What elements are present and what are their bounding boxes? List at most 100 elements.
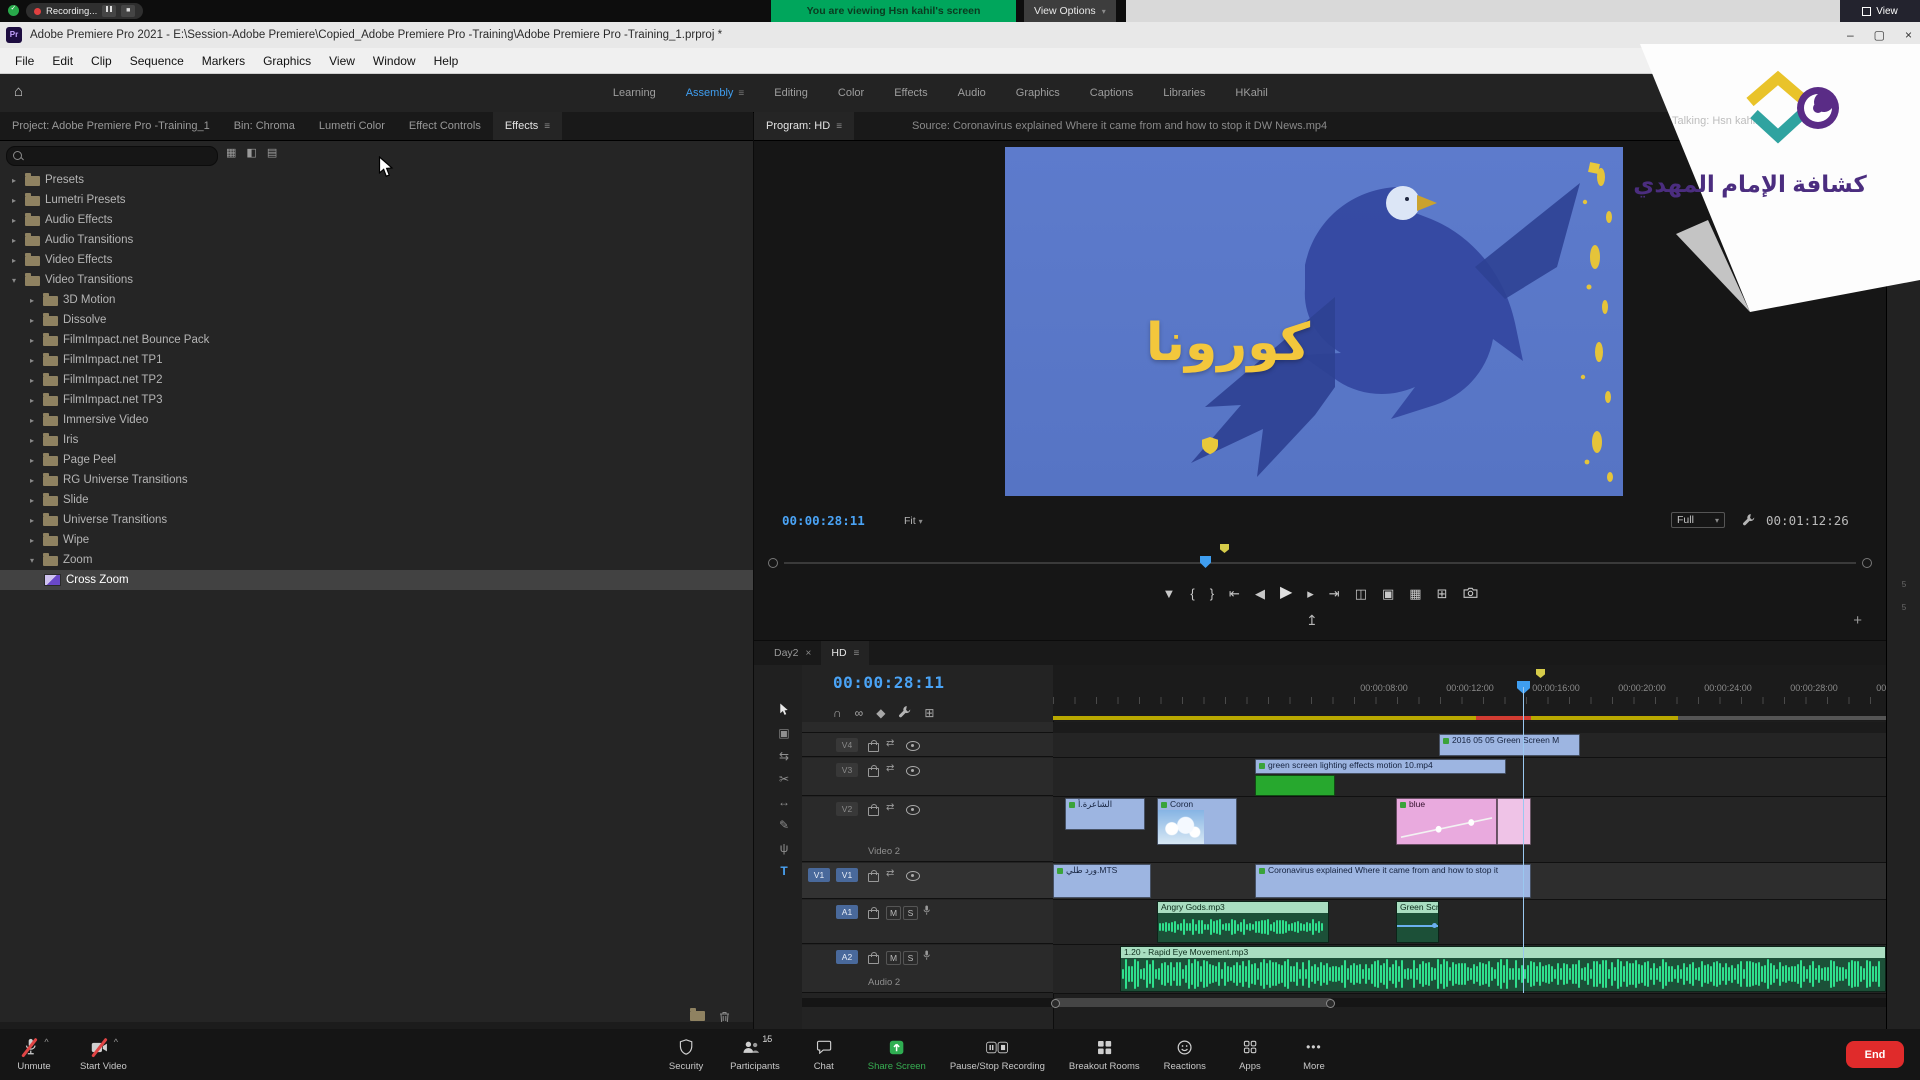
menu-item[interactable]: Graphics bbox=[254, 54, 320, 68]
clip-ward-clip[interactable]: ورد طلي.MTS bbox=[1053, 864, 1151, 898]
panel-menu-icon[interactable]: ≡ bbox=[544, 121, 550, 132]
workspace-tab[interactable]: Assembly ≡ bbox=[686, 87, 745, 99]
chevron-icon[interactable]: ▸ bbox=[8, 176, 20, 185]
zoom-button-security[interactable]: Security bbox=[666, 1038, 706, 1072]
menu-item[interactable]: File bbox=[6, 54, 43, 68]
accelerated-effects-badge-icon[interactable]: ▦ bbox=[226, 146, 236, 159]
minimize-button[interactable]: – bbox=[1847, 28, 1854, 42]
transport-button-multi-view[interactable]: ⊞ bbox=[1437, 587, 1448, 600]
transport-button-go-to-out[interactable]: ⇥ bbox=[1329, 587, 1340, 600]
menu-item[interactable]: Clip bbox=[82, 54, 121, 68]
clip-lighting-motion[interactable]: green screen lighting effects motion 10.… bbox=[1255, 759, 1506, 774]
stop-recording-button[interactable]: ■ bbox=[121, 5, 135, 17]
chevron-icon[interactable]: ▾ bbox=[8, 276, 20, 285]
audio-level-line[interactable] bbox=[1397, 925, 1438, 927]
clip-blue-clip[interactable]: blue bbox=[1396, 798, 1497, 845]
chevron-icon[interactable]: ▸ bbox=[8, 196, 20, 205]
panel-menu-icon[interactable]: ≡ bbox=[836, 121, 842, 132]
tree-item[interactable]: ▸ FilmImpact.net TP2 bbox=[0, 370, 753, 390]
workspace-tab[interactable]: Libraries bbox=[1163, 87, 1205, 99]
tree-item[interactable]: ▸ Wipe bbox=[0, 530, 753, 550]
workspace-tab[interactable]: Graphics bbox=[1016, 87, 1060, 99]
source-monitor-tab[interactable]: Source: Coronavirus explained Where it c… bbox=[912, 112, 1327, 140]
clip-green-screen-still[interactable]: 2016 05 05 Green Screen M bbox=[1439, 734, 1580, 756]
menu-item[interactable]: Sequence bbox=[121, 54, 193, 68]
chevron-icon[interactable]: ▾ bbox=[26, 556, 38, 565]
tree-item[interactable]: ▸ Audio Effects bbox=[0, 210, 753, 230]
tree-item[interactable]: ▸ FilmImpact.net TP1 bbox=[0, 350, 753, 370]
tree-item[interactable]: ▸ Dissolve bbox=[0, 310, 753, 330]
program-timecode[interactable]: 00:00:28:11 bbox=[782, 513, 865, 528]
menu-item[interactable]: Edit bbox=[43, 54, 82, 68]
zoom-button-breakout-rooms[interactable]: Breakout Rooms bbox=[1069, 1038, 1140, 1072]
sequence-marker-icon[interactable] bbox=[1220, 544, 1229, 553]
chevron-icon[interactable]: ▸ bbox=[26, 296, 38, 305]
tree-item[interactable]: ▸ Presets bbox=[0, 170, 753, 190]
timeline-playhead[interactable] bbox=[1523, 687, 1524, 993]
clip-rapid-eye-movement[interactable]: 1.20 - Rapid Eye Movement.mp3 bbox=[1120, 946, 1886, 992]
transport-button-mark-out[interactable]: } bbox=[1210, 587, 1214, 600]
tree-item[interactable]: ▸ FilmImpact.net Bounce Pack bbox=[0, 330, 753, 350]
timeline-scrollbar[interactable] bbox=[802, 998, 1886, 1007]
transport-button-lift[interactable]: ◫ bbox=[1355, 587, 1367, 600]
scrollbar-thumb[interactable] bbox=[1053, 998, 1333, 1007]
zoom-button-reactions[interactable]: Reactions bbox=[1164, 1038, 1206, 1072]
clip-coronavirus-explained[interactable]: Coronavirus explained Where it came from… bbox=[1255, 864, 1531, 898]
zoom-button-unmute[interactable]: ^ Unmute bbox=[14, 1038, 54, 1072]
chevron-up-icon[interactable]: ^ bbox=[114, 1037, 118, 1047]
chevron-icon[interactable]: ▸ bbox=[26, 536, 38, 545]
program-playhead[interactable] bbox=[1200, 556, 1211, 568]
zoom-button-pause-stop-recording[interactable]: Pause/Stop Recording bbox=[950, 1038, 1045, 1072]
menu-item[interactable]: Help bbox=[425, 54, 468, 68]
panel-scrollbar[interactable] bbox=[0, 1022, 753, 1029]
chevron-icon[interactable]: ▸ bbox=[26, 396, 38, 405]
transport-button-step-forward[interactable]: ▸ bbox=[1307, 587, 1314, 600]
menu-item[interactable]: Window bbox=[364, 54, 425, 68]
chevron-icon[interactable]: ▸ bbox=[26, 416, 38, 425]
chevron-icon[interactable]: ▸ bbox=[26, 476, 38, 485]
tree-item[interactable]: ▸ Slide bbox=[0, 490, 753, 510]
tree-item[interactable]: ▾ Zoom bbox=[0, 550, 753, 570]
workspace-overflow-icon[interactable]: » bbox=[1696, 85, 1703, 99]
chevron-up-icon[interactable]: ^ bbox=[44, 1037, 48, 1047]
chevron-icon[interactable]: ▸ bbox=[26, 336, 38, 345]
panel-tab[interactable]: Bin: Chroma bbox=[222, 112, 307, 140]
workspace-tab[interactable]: Learning bbox=[613, 87, 656, 99]
workspace-tab[interactable]: Effects bbox=[894, 87, 927, 99]
maximize-button[interactable]: ▢ bbox=[1874, 28, 1885, 42]
home-icon[interactable]: ⌂ bbox=[14, 83, 23, 100]
chevron-icon[interactable]: ▸ bbox=[8, 216, 20, 225]
fit-dropdown[interactable]: Fit ▾ bbox=[904, 515, 923, 527]
chevron-icon[interactable]: ▸ bbox=[8, 256, 20, 265]
workspace-tab[interactable]: Editing bbox=[774, 87, 808, 99]
close-button[interactable]: × bbox=[1905, 28, 1912, 42]
transport-button-export-frame[interactable] bbox=[1463, 587, 1478, 600]
workspace-tab[interactable]: HKahil bbox=[1235, 87, 1267, 99]
panel-menu-icon[interactable]: ≡ bbox=[738, 88, 744, 99]
transport-button-settings[interactable]: ▦ bbox=[1409, 587, 1421, 600]
chevron-icon[interactable]: ▸ bbox=[26, 496, 38, 505]
chevron-icon[interactable]: ▸ bbox=[26, 456, 38, 465]
zoom-button-apps[interactable]: Apps bbox=[1230, 1038, 1270, 1072]
clip-coron-clip[interactable]: Coron bbox=[1157, 798, 1237, 845]
32bit-badge-icon[interactable]: ◧ bbox=[246, 146, 256, 159]
tree-item[interactable]: ▾ Video Transitions bbox=[0, 270, 753, 290]
zoom-button-start-video[interactable]: ^ Start Video bbox=[80, 1038, 127, 1072]
keyframe-rubber-band[interactable] bbox=[1397, 810, 1496, 844]
workspace-tab[interactable]: Captions bbox=[1090, 87, 1133, 99]
search-input[interactable] bbox=[27, 148, 211, 164]
pause-recording-button[interactable] bbox=[102, 5, 116, 17]
zoom-button-share-screen[interactable]: Share Screen bbox=[868, 1038, 926, 1072]
menu-item[interactable]: View bbox=[320, 54, 364, 68]
scrub-start-knob[interactable] bbox=[768, 558, 778, 568]
playback-resolution-dropdown[interactable]: Full▾ bbox=[1671, 512, 1725, 528]
tree-item[interactable]: ▸ Video Effects bbox=[0, 250, 753, 270]
chevron-icon[interactable]: ▸ bbox=[26, 436, 38, 445]
clip-pink-tail[interactable] bbox=[1497, 798, 1531, 845]
chevron-icon[interactable]: ▸ bbox=[26, 316, 38, 325]
workspace-tab[interactable]: Color bbox=[838, 87, 864, 99]
tree-item[interactable]: ▸ Immersive Video bbox=[0, 410, 753, 430]
scrub-end-knob[interactable] bbox=[1862, 558, 1872, 568]
transport-button-play[interactable]: ▶ bbox=[1280, 585, 1292, 601]
program-tab[interactable]: Program: HD ≡ bbox=[754, 112, 854, 140]
